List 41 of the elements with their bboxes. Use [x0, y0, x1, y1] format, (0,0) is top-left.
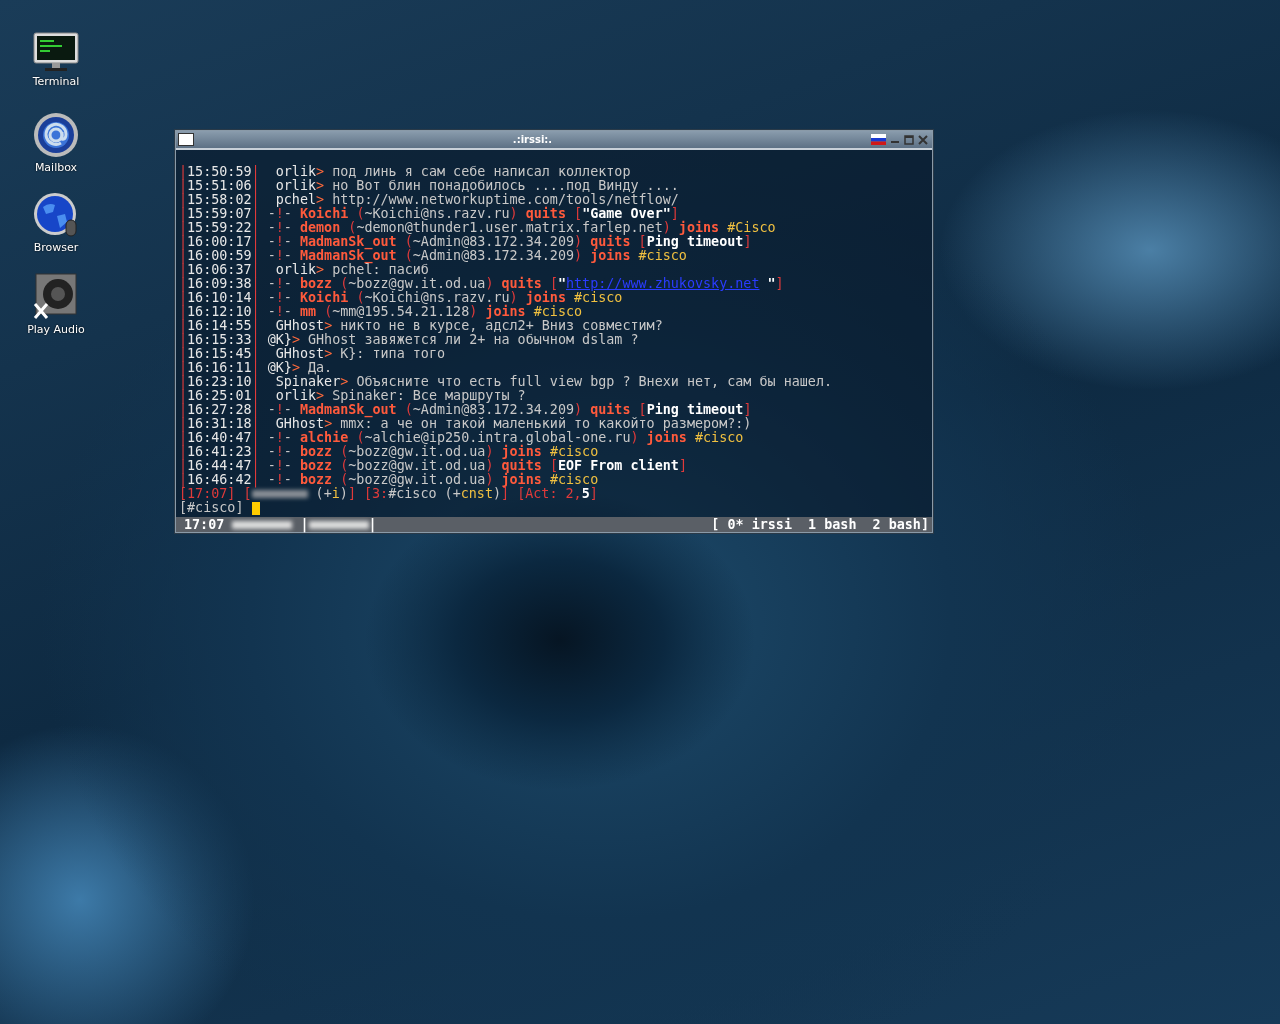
clock-text: 17:07 | | [184, 517, 377, 532]
chat-line: |16:40:47| -!- alchie (~alchie@ip250.intra.global-one.ru) joins #cisco [179, 431, 744, 445]
chat-line: |16:41:23| -!- bozz (~bozz@gw.it.od.ua) joins #cisco [179, 445, 599, 459]
close-icon[interactable] [918, 134, 928, 145]
chat-line: |16:15:45| GHhost> K}: типа того [179, 347, 447, 361]
window-title: .:irssi:. [511, 134, 554, 145]
icon-label: Browser [33, 241, 79, 254]
chat-line: |16:09:38| -!- bozz (~bozz@gw.it.od.ua) quits ["http://www.zhukovsky.net "] [179, 277, 785, 291]
screen-window-list: [ 0* irssi 1 bash 2 bash] [711, 517, 929, 532]
chat-line: |16:23:10| Spinaker> Объясните что есть full view bgp ? Внехи нет, сам бы нашел. [179, 375, 834, 389]
status-line: [17:07] [ (+i)] [3:#cisco (+cnst)] [Act: 2,5] [179, 487, 599, 501]
chat-line: |16:25:01| orlik> Spinaker: Все маршруты ? [179, 389, 526, 403]
icon-label: Mailbox [34, 161, 78, 174]
chat-line: |16:15:33| @K}> GHhost завяжется ли 2+ на обычном dslam ? [179, 333, 640, 347]
icon-label: Terminal [32, 75, 80, 88]
at-sign-icon[interactable] [33, 112, 79, 158]
chat-line: |16:46:42| -!- bozz (~bozz@gw.it.od.ua) joins #cisco [179, 473, 600, 487]
chat-line: |16:00:59| -!- MadmanSk_out (~Admin@83.172.34.209) joins #cisco [179, 249, 688, 263]
text-cursor[interactable] [251, 501, 260, 515]
chat-line: |16:12:10| -!- mm (~mm@195.54.21.128) joins #cisco [179, 305, 583, 319]
chat-line: |15:59:07| -!- Koichi (~Koichi@ns.razv.ru) quits ["Game Over"] [179, 207, 679, 221]
chat-line: |15:51:06| orlik> но Вот блин понадобилось ....под Винду .... [179, 179, 680, 193]
monitor-icon[interactable] [33, 32, 79, 72]
chat-line: |15:58:02| pchel> http://www.networkuptime.com/tools/netflow/ [179, 193, 680, 207]
window-menu-button[interactable] [178, 133, 194, 146]
maximize-icon[interactable] [904, 134, 914, 145]
chat-line: |16:31:18| GHhost> mmx: а че он такой маленький то какойто размером?:) [179, 417, 753, 431]
chat-line: |16:06:37| orlik> pchel: пасиб [179, 263, 429, 277]
channel-prompt: [#cisco] [179, 501, 244, 515]
icon-label: Play Audio [27, 323, 85, 336]
flag-icon [871, 134, 886, 145]
chat-line: |16:44:47| -!- bozz (~bozz@gw.it.od.ua) quits [EOF From client] [179, 459, 688, 473]
chat-line: |16:14:55| GHhost> никто не в курсе, адсл2+ Вниз совместим? [179, 319, 664, 333]
chat-line: |15:59:22| -!- demon (~demon@thunder1.user.matrix.farlep.net) joins #Cisco [179, 221, 777, 235]
chat-line: |16:10:14| -!- Koichi (~Koichi@ns.razv.ru) joins #cisco [179, 291, 623, 305]
chat-line: |16:27:28| -!- MadmanSk_out (~Admin@83.172.34.209) quits [Ping timeout] [179, 403, 753, 417]
chat-line: |16:00:17| -!- MadmanSk_out (~Admin@83.172.34.209) quits [Ping timeout] [179, 235, 753, 249]
speaker-icon[interactable] [32, 272, 80, 320]
chat-line: |15:50:59| orlik> под линь я сам себе написал коллектор [179, 165, 631, 179]
globe-icon[interactable] [33, 192, 79, 238]
chat-line: |16:16:11| @K}> Да. [179, 361, 333, 375]
